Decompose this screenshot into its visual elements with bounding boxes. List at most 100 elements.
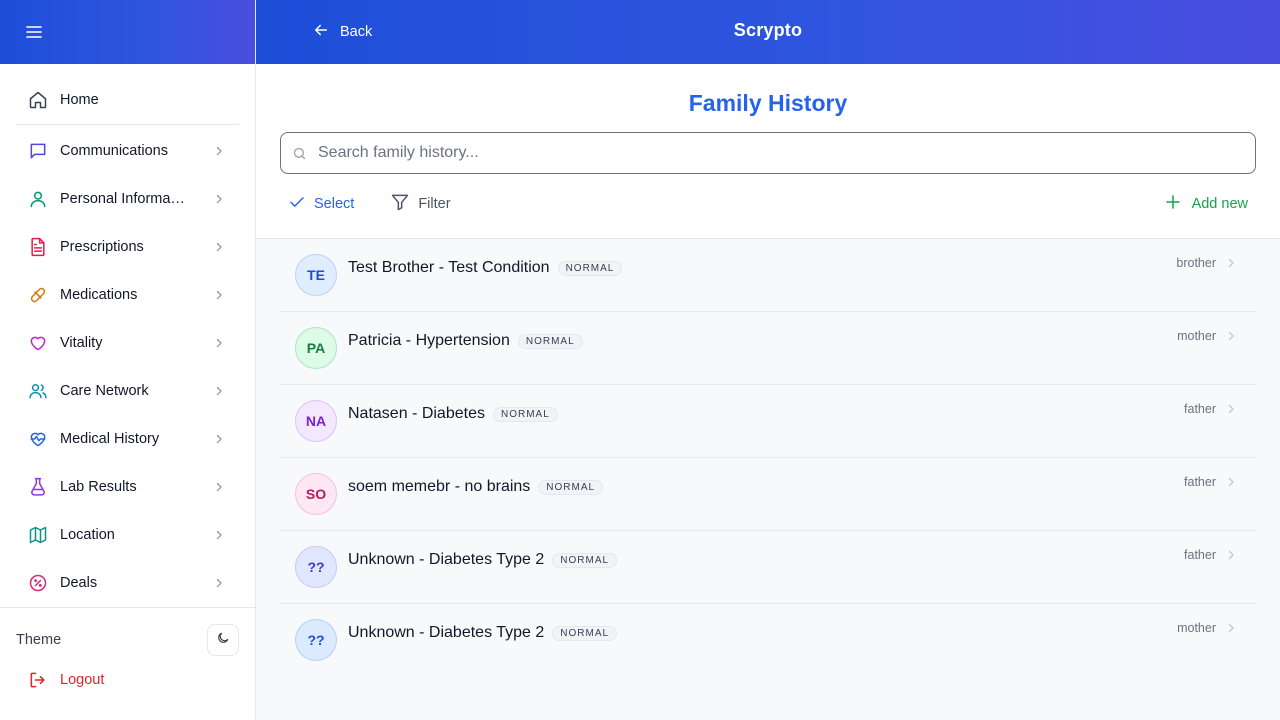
flask-icon [28, 477, 48, 497]
status-badge: NORMAL [552, 552, 618, 568]
sidebar-nav: Home Communications Personal Information… [0, 64, 255, 607]
relation-label: father [1184, 475, 1216, 489]
sidebar-item-label: Medications [60, 287, 138, 303]
menu-icon[interactable] [24, 22, 44, 42]
sidebar-item-deals[interactable]: Deals [0, 559, 255, 607]
sidebar-item-care-network[interactable]: Care Network [0, 367, 255, 415]
file-text-icon [28, 237, 48, 257]
record-title: Patricia - Hypertension NORMAL [348, 332, 583, 350]
record-title: Unknown - Diabetes Type 2 NORMAL [348, 551, 618, 569]
users-icon [28, 381, 48, 401]
search-box [280, 132, 1256, 174]
chevron-right-icon [1224, 548, 1238, 562]
sidebar-item-label: Prescriptions [60, 239, 144, 255]
sidebar-item-label: Location [60, 527, 115, 543]
filter-label: Filter [418, 196, 451, 212]
moon-icon [216, 631, 230, 650]
logout-icon [28, 670, 48, 690]
avatar: SO [295, 473, 337, 515]
logout-button[interactable]: Logout [0, 660, 255, 700]
relation-label: father [1184, 548, 1216, 562]
main-content: Family History Select Filter [256, 64, 1280, 720]
sidebar-item-personal-information[interactable]: Personal Information [0, 175, 255, 223]
record-title: soem memebr - no brains NORMAL [348, 478, 604, 496]
sidebar-item-communications[interactable]: Communications [0, 127, 255, 175]
family-history-list: TE Test Brother - Test Condition NORMAL … [280, 239, 1256, 677]
theme-toggle-button[interactable] [207, 624, 239, 656]
chevron-right-icon [211, 287, 227, 303]
chevron-right-icon [211, 479, 227, 495]
sidebar-item-lab-results[interactable]: Lab Results [0, 463, 255, 511]
select-button[interactable]: Select [288, 193, 354, 216]
sidebar-item-home[interactable]: Home [0, 76, 255, 124]
page-header: Family History Select Filter [256, 64, 1280, 239]
sidebar-item-label: Personal Information [60, 191, 188, 207]
chevron-right-icon [211, 143, 227, 159]
chevron-right-icon [211, 335, 227, 351]
list-item[interactable]: ?? Unknown - Diabetes Type 2 NORMAL moth… [280, 604, 1256, 677]
relation-label: father [1184, 402, 1216, 416]
chevron-right-icon [1224, 402, 1238, 416]
list-item[interactable]: ?? Unknown - Diabetes Type 2 NORMAL fath… [280, 531, 1256, 604]
chevron-right-icon [1224, 256, 1238, 270]
avatar: PA [295, 327, 337, 369]
chevron-right-icon [211, 383, 227, 399]
chevron-right-icon [211, 431, 227, 447]
search-input[interactable] [318, 144, 1255, 162]
check-icon [288, 193, 306, 216]
sidebar-footer: Theme Logout [0, 607, 255, 700]
sidebar-item-prescriptions[interactable]: Prescriptions [0, 223, 255, 271]
message-icon [28, 141, 48, 161]
chevron-right-icon [211, 191, 227, 207]
record-title: Natasen - Diabetes NORMAL [348, 405, 558, 423]
chevron-right-icon [1224, 621, 1238, 635]
avatar: NA [295, 400, 337, 442]
avatar: TE [295, 254, 337, 296]
sidebar-item-label: Deals [60, 575, 98, 591]
app-title: Scrypto [733, 20, 803, 40]
record-title: Test Brother - Test Condition NORMAL [348, 259, 623, 277]
record-name: Test Brother - Test Condition [348, 259, 550, 276]
record-name: Patricia - Hypertension [348, 332, 510, 349]
chevron-right-icon [1224, 475, 1238, 489]
relation-label: mother [1177, 329, 1216, 343]
sidebar-item-medications[interactable]: Medications [0, 271, 255, 319]
sidebar-item-label: Vitality [60, 335, 103, 351]
avatar: ?? [295, 546, 337, 588]
record-name: Unknown - Diabetes Type 2 [348, 624, 545, 641]
filter-icon [390, 192, 410, 217]
sidebar-item-location[interactable]: Location [0, 511, 255, 559]
user-icon [28, 189, 48, 209]
theme-label: Theme [16, 632, 62, 648]
logout-label: Logout [60, 672, 105, 688]
list-item[interactable]: TE Test Brother - Test Condition NORMAL … [280, 239, 1256, 312]
search-icon [292, 145, 308, 161]
divider [16, 124, 239, 125]
sidebar-item-label: Home [60, 92, 99, 108]
relation-label: mother [1177, 621, 1216, 635]
heart-pulse-icon [28, 429, 48, 449]
list-item[interactable]: SO soem memebr - no brains NORMAL father [280, 458, 1256, 531]
chevron-right-icon [211, 575, 227, 591]
record-name: Natasen - Diabetes [348, 405, 485, 422]
sidebar-item-label: Care Network [60, 383, 149, 399]
map-icon [28, 525, 48, 545]
home-icon [28, 90, 48, 110]
record-name: Unknown - Diabetes Type 2 [348, 551, 545, 568]
avatar: ?? [295, 619, 337, 661]
sidebar-item-label: Communications [60, 143, 168, 159]
sidebar-item-vitality[interactable]: Vitality [0, 319, 255, 367]
badge-percent-icon [28, 573, 48, 593]
sidebar-item-medical-history[interactable]: Medical History [0, 415, 255, 463]
filter-button[interactable]: Filter [390, 192, 451, 217]
chevron-right-icon [211, 527, 227, 543]
status-badge: NORMAL [552, 625, 618, 641]
status-badge: NORMAL [557, 260, 623, 276]
add-new-label: Add new [1191, 196, 1248, 212]
list-item[interactable]: PA Patricia - Hypertension NORMAL mother [280, 312, 1256, 385]
add-new-button[interactable]: Add new [1164, 193, 1248, 216]
status-badge: NORMAL [492, 406, 558, 422]
list-item[interactable]: NA Natasen - Diabetes NORMAL father [280, 385, 1256, 458]
top-bar: Back Scrypto [256, 0, 1280, 64]
sidebar-header [0, 0, 255, 64]
